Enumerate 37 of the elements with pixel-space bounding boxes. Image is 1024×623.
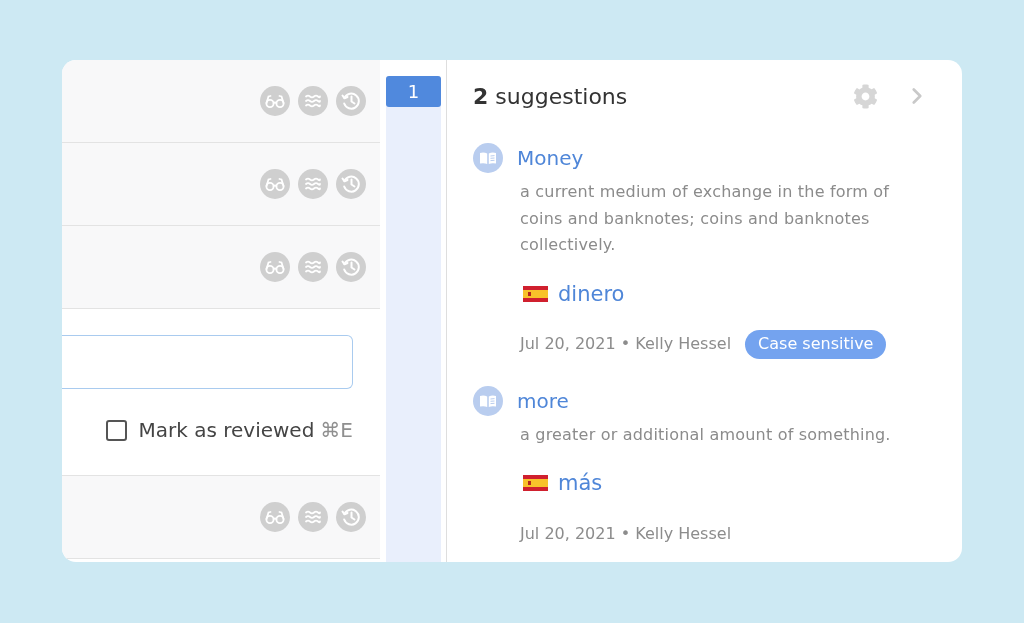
checkbox[interactable] [105, 419, 127, 441]
history-icon[interactable] [336, 169, 366, 199]
tag: Case sensitive [745, 329, 887, 359]
waves-icon[interactable] [298, 169, 328, 199]
flag-icon [523, 285, 548, 302]
glasses-icon[interactable] [260, 252, 290, 282]
translation-term[interactable]: dinero [558, 281, 625, 306]
byline: Jul 20, 2021 • Kelly Hessel [520, 522, 732, 545]
suggestion-term[interactable]: more [517, 385, 569, 416]
glasses-icon[interactable] [260, 169, 290, 199]
shortcut-text: ⌘E [320, 417, 353, 444]
segment-number[interactable]: 1 [386, 76, 441, 107]
segment-row[interactable] [62, 476, 380, 559]
history-icon[interactable] [336, 252, 366, 282]
suggestion-term[interactable]: Money [517, 143, 584, 173]
flag-icon [523, 475, 548, 491]
history-icon[interactable] [336, 502, 366, 532]
checkbox-label: Mark as reviewed [138, 417, 315, 444]
segment-row[interactable] [62, 143, 380, 226]
panel-title: suggestions [495, 82, 628, 111]
segment-row[interactable] [62, 60, 380, 143]
settings-icon[interactable] [853, 83, 878, 109]
suggestion-definition: a current medium of exchange in the form of coins and banknotes; coins and banknotes collectively. [520, 181, 891, 256]
suggestion-count: 2 [473, 82, 489, 111]
glasses-icon[interactable] [260, 502, 290, 532]
translation-term[interactable]: más [558, 471, 603, 495]
segment-row[interactable] [62, 226, 380, 309]
suggestion-definition: a greater or additional amount of something. [520, 423, 892, 446]
waves-icon[interactable] [298, 86, 328, 116]
byline: Jul 20, 2021 • Kelly Hessel [520, 333, 732, 355]
glasses-icon[interactable] [260, 86, 290, 116]
waves-icon[interactable] [298, 502, 328, 532]
translation-input[interactable] [62, 335, 353, 389]
history-icon[interactable] [336, 86, 366, 116]
book-icon [473, 385, 503, 416]
waves-icon[interactable] [298, 252, 328, 282]
book-icon [473, 143, 503, 173]
